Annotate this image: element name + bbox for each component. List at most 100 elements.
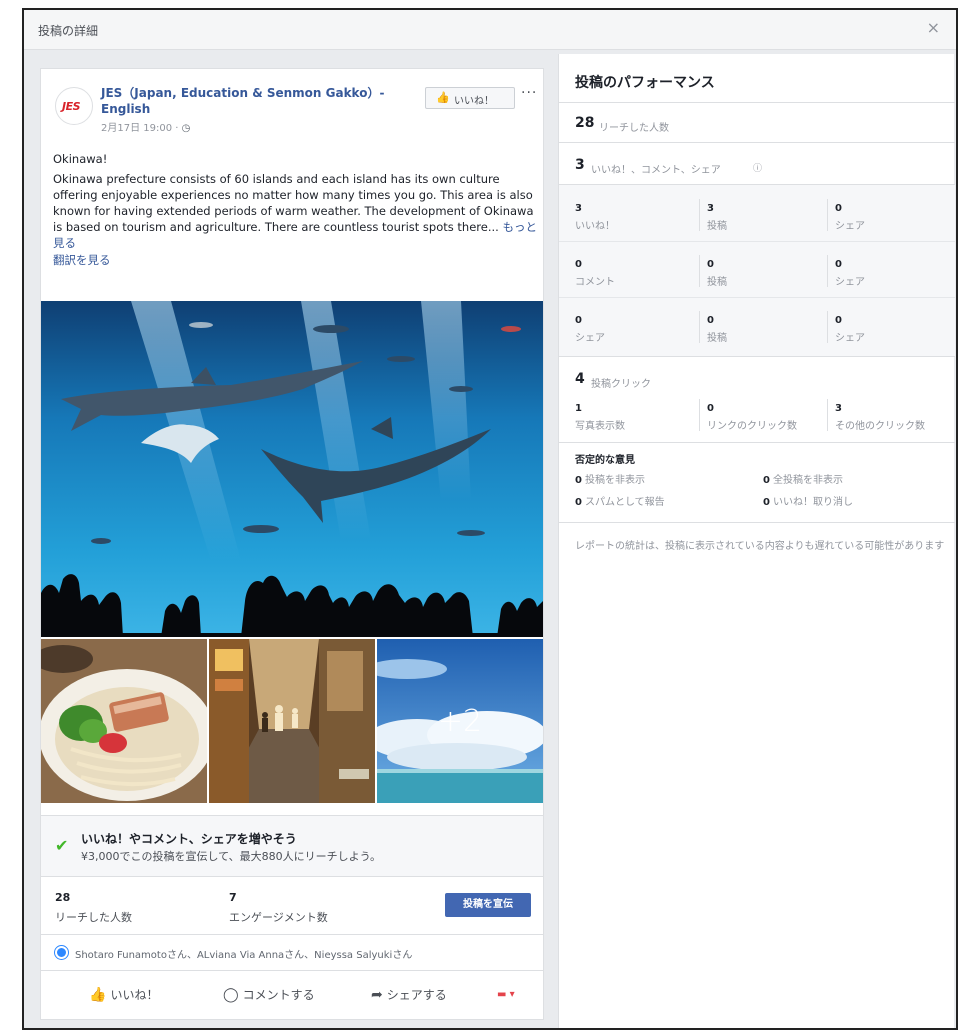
post-details-modal: 投稿の詳細 × JES JES（Japan, Education & Senmo… bbox=[22, 8, 958, 1030]
grid-r3-c2-label: 投稿 bbox=[707, 333, 727, 344]
boost-description: ¥3,000でこの投稿を宣伝して、最大880人にリーチしよう。 bbox=[81, 850, 381, 863]
street-photo[interactable] bbox=[209, 639, 375, 803]
more-options-icon[interactable]: ··· bbox=[521, 85, 537, 101]
link-clicks-value: 0 bbox=[707, 403, 714, 414]
photo-views-value: 1 bbox=[575, 403, 582, 414]
unlike-stat: 0 いいね！取り消し bbox=[763, 493, 853, 508]
like-button[interactable]: 👍 いいね！ bbox=[89, 986, 158, 1003]
cell-divider bbox=[699, 311, 700, 343]
modal-header: 投稿の詳細 × bbox=[24, 10, 956, 50]
spam-report-stat: 0 スパムとして報告 bbox=[575, 493, 665, 508]
hide-post-value: 0 bbox=[575, 475, 582, 486]
aquarium-photo[interactable] bbox=[41, 301, 543, 637]
hide-all-label: 全投稿を非表示 bbox=[772, 475, 843, 486]
like-label: いいね！ bbox=[110, 988, 159, 1002]
cell-divider bbox=[699, 255, 700, 287]
post-body-text: Okinawa prefecture consists of 60 island… bbox=[53, 172, 534, 234]
hide-all-value: 0 bbox=[763, 475, 770, 486]
comment-label: コメントする bbox=[242, 988, 315, 1002]
perf-reactions-label: いいね！、コメント、シェア bbox=[591, 165, 721, 176]
hide-post-stat: 0 投稿を非表示 bbox=[575, 471, 645, 486]
other-clicks-value: 3 bbox=[835, 403, 842, 414]
page-name-link[interactable]: JES（Japan, Education & Senmon Gakko）- En… bbox=[101, 85, 421, 117]
share-label: シェアする bbox=[386, 988, 447, 1002]
aquarium-illustration bbox=[41, 301, 543, 637]
grid-r1-c3-label: シェア bbox=[835, 221, 865, 232]
post-header: JES JES（Japan, Education & Senmon Gakko）… bbox=[41, 69, 543, 159]
speech-bubble-icon: ◯ bbox=[223, 987, 239, 1003]
perf-reach-value: 28 bbox=[575, 115, 595, 131]
cell-divider bbox=[827, 199, 828, 231]
reactions-grid: 3 いいね！ 3 投稿 0 シェア 0 コメント 0 投稿 0 シェア 0 シェ… bbox=[559, 184, 955, 356]
other-clicks-label: その他のクリック数 bbox=[835, 421, 925, 432]
perf-clicks-value: 4 bbox=[575, 371, 585, 387]
row-divider bbox=[559, 241, 955, 242]
page-avatar[interactable]: JES bbox=[55, 87, 93, 125]
negative-feedback-section: 否定的な意見 0 投稿を非表示 0 全投稿を非表示 0 スパムとして報告 0 いいね！取… bbox=[559, 442, 955, 518]
share-arrow-icon: ➦ bbox=[371, 987, 383, 1003]
thumbs-up-icon: 👍 bbox=[89, 987, 107, 1003]
performance-title: 投稿のパフォーマンス bbox=[575, 75, 715, 91]
cell-divider bbox=[827, 255, 828, 287]
row-divider bbox=[559, 297, 955, 298]
reactions-bar[interactable]: Shotaro Funamotoさん、ALviana Via Annaさん、Ni… bbox=[41, 935, 543, 971]
like-page-label: いいね！ bbox=[454, 96, 494, 107]
boost-post-button[interactable]: 投稿を宣伝 bbox=[445, 893, 531, 917]
perf-reactions-value: 3 bbox=[575, 157, 585, 173]
reach-section: 28 リーチした人数 bbox=[559, 102, 955, 142]
spam-report-label: スパムとして報告 bbox=[584, 497, 665, 508]
engagement-label: エンゲージメント数 bbox=[229, 911, 328, 924]
perf-reach-label: リーチした人数 bbox=[599, 123, 669, 134]
boost-title: いいね！やコメント、シェアを増やそう bbox=[81, 832, 297, 846]
boost-suggestion: ✔ いいね！やコメント、シェアを増やそう ¥3,000でこの投稿を宣伝して、最大… bbox=[41, 815, 543, 877]
cell-divider bbox=[827, 399, 828, 431]
noodle-photo[interactable] bbox=[41, 639, 207, 803]
info-icon[interactable]: ⓘ bbox=[753, 161, 762, 174]
sky-photo[interactable]: +2 bbox=[377, 639, 543, 803]
timestamp-text: 2月17日 19:00 · bbox=[101, 123, 182, 134]
performance-panel: 投稿のパフォーマンス 28 リーチした人数 3 いいね！、コメント、シェア ⓘ … bbox=[558, 54, 955, 1028]
post-timestamp[interactable]: 2月17日 19:00 · ◷ bbox=[101, 119, 190, 134]
photo-views-label: 写真表示数 bbox=[575, 421, 625, 432]
share-button[interactable]: ➦ シェアする bbox=[371, 986, 447, 1003]
grid-r1-c2-value: 3 bbox=[707, 203, 714, 214]
hide-post-label: 投稿を非表示 bbox=[584, 475, 645, 486]
grid-r1-c2-label: 投稿 bbox=[707, 221, 727, 232]
grid-r2-c2-label: 投稿 bbox=[707, 277, 727, 288]
hide-all-stat: 0 全投稿を非表示 bbox=[763, 471, 843, 486]
comment-button[interactable]: ◯ コメントする bbox=[223, 986, 315, 1003]
negative-feedback-title: 否定的な意見 bbox=[575, 455, 635, 466]
post-heading: Okinawa! bbox=[53, 152, 108, 166]
reach-count: 28 bbox=[55, 891, 71, 904]
engagement-count: 7 bbox=[229, 891, 237, 904]
more-photos-count: +2 bbox=[437, 703, 483, 739]
post-body: Okinawa! Okinawa prefecture consists of … bbox=[53, 151, 537, 268]
grid-r2-c3-value: 0 bbox=[835, 259, 842, 270]
see-translation-link[interactable]: 翻訳を見る bbox=[53, 252, 537, 268]
grid-r1-label: いいね！ bbox=[575, 221, 615, 232]
cell-divider bbox=[699, 199, 700, 231]
like-page-button[interactable]: 👍 いいね！ bbox=[425, 87, 515, 109]
close-icon[interactable]: × bbox=[927, 18, 940, 37]
unlike-value: 0 bbox=[763, 497, 770, 508]
grid-r2-c3-label: シェア bbox=[835, 277, 865, 288]
reactions-section: 3 いいね！、コメント、シェア ⓘ bbox=[559, 142, 955, 184]
reach-label: リーチした人数 bbox=[55, 911, 132, 924]
thumbs-up-icon: 👍 bbox=[436, 91, 450, 104]
grid-r1-c1-value: 3 bbox=[575, 203, 582, 214]
grid-r2-label: コメント bbox=[575, 277, 615, 288]
checkmark-icon: ✔ bbox=[55, 836, 69, 855]
grid-r3-label: シェア bbox=[575, 333, 605, 344]
grid-r3-c3-value: 0 bbox=[835, 315, 842, 326]
post-stats: 28 リーチした人数 7 エンゲージメント数 投稿を宣伝 bbox=[41, 879, 543, 935]
grid-r3-c3-label: シェア bbox=[835, 333, 865, 344]
page-logo: JES bbox=[62, 100, 81, 113]
divider bbox=[559, 522, 955, 523]
noodle-illustration bbox=[41, 639, 207, 803]
grid-r2-c1-value: 0 bbox=[575, 259, 582, 270]
grid-r3-c2-value: 0 bbox=[707, 315, 714, 326]
post-card: JES JES（Japan, Education & Senmon Gakko）… bbox=[40, 68, 544, 1020]
cell-divider bbox=[699, 399, 700, 431]
unlike-label: いいね！取り消し bbox=[772, 497, 853, 508]
page-identity-dropdown-icon[interactable]: ▬ ▾ bbox=[497, 989, 515, 1000]
